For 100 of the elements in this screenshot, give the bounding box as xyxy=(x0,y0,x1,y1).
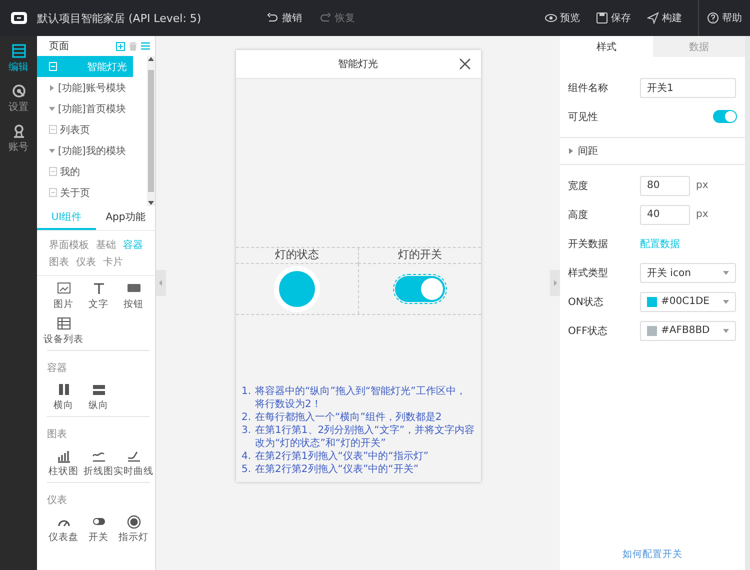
section-heading: 容器 xyxy=(47,362,68,375)
page-icon xyxy=(49,62,57,71)
category-tab[interactable]: 界面模板 xyxy=(49,238,89,252)
save-icon xyxy=(596,12,608,24)
collapse-handle[interactable] xyxy=(156,270,166,296)
component-item[interactable]: 开关 xyxy=(82,515,115,544)
category-tab[interactable]: 卡片 xyxy=(103,255,123,269)
component-item[interactable]: 按钮 xyxy=(117,282,150,311)
panel-tab[interactable]: App功能 xyxy=(96,206,155,230)
toolbar-button[interactable]: 构建 xyxy=(639,0,690,36)
page-tree-item[interactable]: [功能]首页模块 xyxy=(37,98,147,119)
curve-chart-icon xyxy=(126,449,140,463)
undo-button[interactable]: 撤销 xyxy=(267,11,302,25)
nav-rail-item[interactable]: 账号 xyxy=(8,124,28,154)
component-item[interactable]: 文字 xyxy=(82,282,115,311)
page-icon xyxy=(49,125,57,134)
column-label: 灯的状态 xyxy=(236,248,358,264)
instruction-step: 在第2行第2列拖入“仪表”中的“开关” xyxy=(255,463,418,476)
scroll-down-icon xyxy=(148,200,154,206)
toggle-switch[interactable] xyxy=(394,276,445,302)
columns-icon xyxy=(56,383,70,397)
gear-icon xyxy=(12,84,26,98)
text-icon xyxy=(92,282,106,296)
nav-rail-item[interactable]: 设置 xyxy=(8,84,28,114)
unit-label: px xyxy=(696,209,708,220)
page-icon xyxy=(49,167,57,176)
add-page-icon[interactable] xyxy=(116,42,125,50)
color-dropdown[interactable]: #AFB8BD xyxy=(640,320,736,340)
instruction-step: 将容器中的“纵向”拖入到“智能灯光”工作区中，将行数设为2！ xyxy=(255,385,474,411)
help-icon xyxy=(707,12,719,24)
paper-plane-icon xyxy=(647,12,659,24)
close-icon[interactable] xyxy=(458,58,470,70)
bar-chart-icon xyxy=(56,449,70,463)
caret-icon xyxy=(723,298,729,304)
logo-icon xyxy=(10,12,26,24)
step-number: 2. xyxy=(242,411,252,424)
field-label: OFF状态 xyxy=(568,324,608,338)
color-dropdown[interactable]: #00C1DE xyxy=(640,292,736,312)
caret-icon xyxy=(568,148,574,154)
instruction-step: 在第2行第1列拖入“仪表”中的“指示灯” xyxy=(255,450,428,463)
unit-label: px xyxy=(696,180,708,191)
field-label: 宽度 xyxy=(568,180,589,192)
step-number: 1. xyxy=(242,385,252,399)
component-item[interactable]: 指示灯 xyxy=(117,515,150,544)
collapse-handle[interactable] xyxy=(550,270,560,296)
table-icon xyxy=(56,317,70,331)
field-label: 开关数据 xyxy=(568,238,609,250)
name-field[interactable]: 开关1 xyxy=(640,78,736,98)
toolbar-button[interactable]: 保存 xyxy=(588,0,639,36)
eye-icon xyxy=(545,12,557,24)
instruction-step: 在每行都拖入一个“横向”组件，列数都是2 xyxy=(255,411,442,424)
scroll-up-icon xyxy=(148,56,154,62)
field-label: 高度 xyxy=(568,208,589,222)
style-type-dropdown[interactable]: 开关 icon xyxy=(640,262,736,282)
rows-icon xyxy=(92,383,106,397)
person-icon xyxy=(12,124,26,138)
field-label: 可见性 xyxy=(568,110,599,124)
field-label: ON状态 xyxy=(568,296,604,308)
column-label: 灯的开关 xyxy=(358,248,480,264)
caret-icon xyxy=(723,328,729,334)
step-number: 4. xyxy=(242,450,252,463)
undo-icon xyxy=(267,13,278,23)
nav-rail-item[interactable]: 编辑 xyxy=(8,44,28,74)
component-item[interactable]: 仪表盘 xyxy=(47,515,80,544)
scrollbar[interactable] xyxy=(147,56,155,206)
caret-icon xyxy=(723,270,729,276)
pages-heading: 页面 xyxy=(49,40,70,53)
component-item[interactable]: 图片 xyxy=(47,282,80,311)
section-heading: 仪表 xyxy=(47,494,68,507)
picture-icon xyxy=(56,282,70,296)
step-number: 3. xyxy=(242,424,252,438)
field-label: 样式类型 xyxy=(568,266,609,280)
number-field[interactable]: 80 xyxy=(640,176,690,196)
toolbar-button[interactable]: 预览 xyxy=(537,0,588,36)
project-title: 默认项目智能家居 (API Level: 5) xyxy=(37,10,202,26)
page-tree-item[interactable]: 关于页 xyxy=(37,182,147,203)
category-tab[interactable]: 仪表 xyxy=(76,255,96,269)
instruction-step: 在第1行第1、2列分别拖入“文字”，并将文字内容改为“灯的状态”和“灯的开关” xyxy=(255,424,474,450)
menu-icon[interactable] xyxy=(141,42,150,50)
screen-title: 智能灯光 xyxy=(338,58,378,71)
page-icon xyxy=(49,188,57,197)
component-item[interactable]: 柱状图 xyxy=(47,449,80,478)
redo-icon xyxy=(320,13,332,23)
category-tab[interactable]: 图表 xyxy=(49,255,69,269)
category-tab[interactable]: 基础 xyxy=(96,238,116,252)
number-field[interactable]: 40 xyxy=(640,204,690,224)
visibility-toggle[interactable] xyxy=(713,110,737,123)
trash-icon[interactable] xyxy=(129,42,137,50)
page-tree-item[interactable]: 列表页 xyxy=(37,119,147,140)
page-tree-item[interactable]: 我的 xyxy=(37,161,147,182)
indicator-light-icon xyxy=(126,515,140,529)
page-tree-item[interactable]: [功能]我的模块 xyxy=(37,140,147,161)
step-number: 5. xyxy=(242,463,252,476)
component-item[interactable]: 折线图 xyxy=(82,449,115,478)
spacing-section-header[interactable]: 间距 xyxy=(560,137,745,165)
field-label: 组件名称 xyxy=(568,82,609,94)
layout-icon xyxy=(12,44,26,58)
component-item[interactable]: 纵向 xyxy=(82,383,115,412)
page-tree-item[interactable]: [功能]账号模块 xyxy=(37,77,147,98)
component-item[interactable]: 横向 xyxy=(47,383,80,412)
